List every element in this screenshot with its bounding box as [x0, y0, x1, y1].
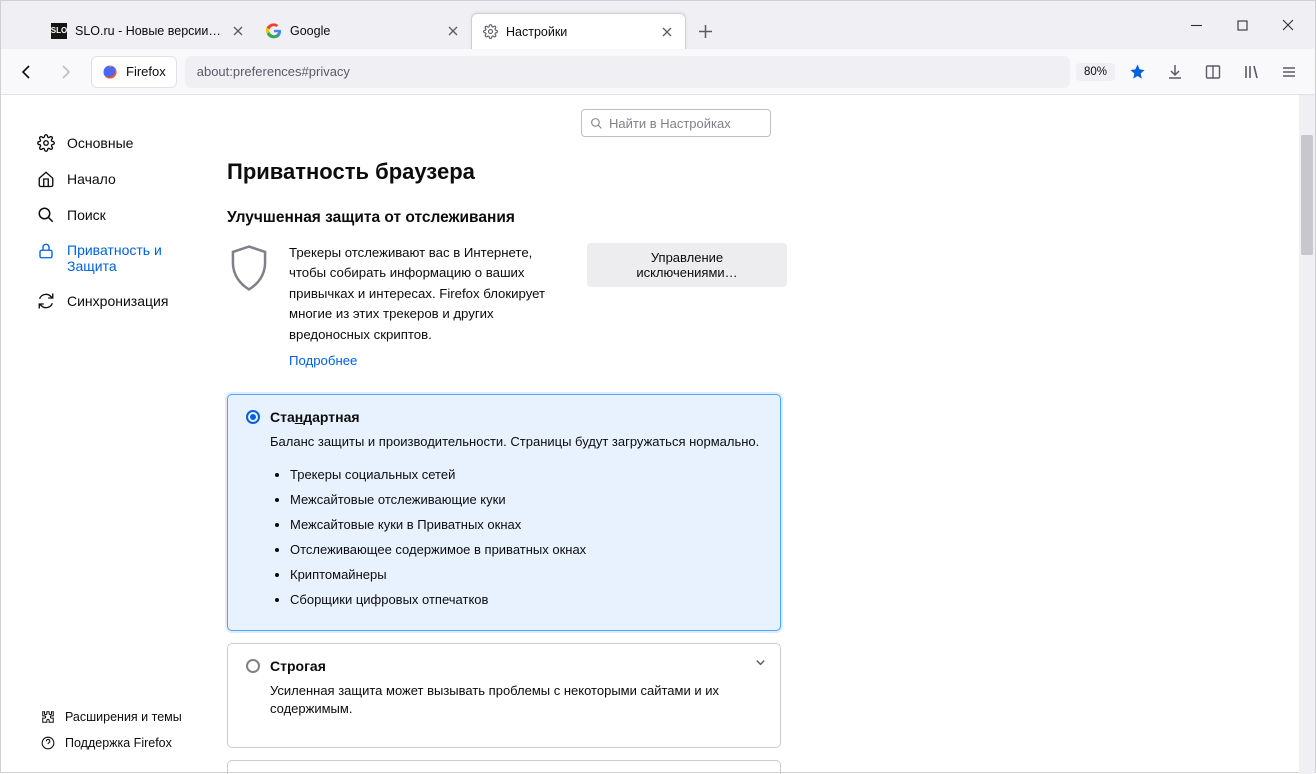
google-favicon	[266, 23, 282, 39]
chevron-down-icon[interactable]	[755, 656, 766, 671]
sidebar-item-home[interactable]: Начало	[1, 161, 197, 197]
list-item: Трекеры социальных сетей	[290, 462, 762, 487]
protection-label: Строгая	[270, 658, 326, 674]
sidebar-item-label: Синхронизация	[67, 293, 168, 309]
list-item: Межсайтовые отслеживающие куки	[290, 487, 762, 512]
settings-search-input[interactable]: Найти в Настройках	[581, 109, 771, 137]
close-window-button[interactable]	[1265, 9, 1311, 41]
url-bar[interactable]: about:preferences#privacy	[185, 56, 1070, 88]
protection-label: Стандартная	[270, 409, 360, 425]
scrollbar-thumb[interactable]	[1301, 135, 1313, 255]
search-placeholder: Найти в Настройках	[609, 116, 731, 131]
list-item: Межсайтовые куки в Приватных окнах	[290, 512, 762, 537]
sidebar-extensions[interactable]: Расширения и темы	[1, 704, 197, 730]
protection-strict[interactable]: Строгая Усиленная защита может вызывать …	[227, 643, 781, 749]
manage-exceptions-button[interactable]: Управление исключениями…	[587, 243, 787, 287]
back-button[interactable]	[11, 56, 43, 88]
tab-title: Настройки	[506, 25, 651, 39]
tab-title: SLO.ru - Новые версии популя	[75, 24, 222, 38]
protection-list: Трекеры социальных сетей Межсайтовые отс…	[290, 462, 762, 612]
sync-icon	[37, 292, 55, 310]
minimize-button[interactable]	[1173, 9, 1219, 41]
puzzle-icon	[41, 710, 55, 724]
sidebar-support[interactable]: Поддержка Firefox	[1, 730, 197, 756]
slo-favicon: SLO	[51, 23, 67, 39]
sidebar-item-label: Основные	[67, 135, 133, 151]
main-area: Основные Начало Поиск Приватность иЗащит…	[1, 95, 1315, 774]
downloads-icon[interactable]	[1159, 56, 1191, 88]
close-icon[interactable]	[445, 23, 461, 39]
sidebar-item-search[interactable]: Поиск	[1, 197, 197, 233]
sidebar-item-label: Поддержка Firefox	[65, 736, 172, 750]
scrollbar[interactable]	[1299, 95, 1315, 774]
search-icon	[590, 117, 603, 130]
etp-description: Трекеры отслеживают вас в Интернете, что…	[289, 243, 569, 372]
window-controls	[1173, 1, 1315, 49]
protection-standard[interactable]: Стандартная Баланс защиты и производител…	[227, 394, 781, 631]
close-icon[interactable]	[230, 23, 246, 39]
learn-more-link[interactable]: Подробнее	[289, 351, 357, 371]
sidebar-item-privacy[interactable]: Приватность иЗащита	[1, 233, 197, 283]
maximize-button[interactable]	[1219, 9, 1265, 41]
radio-standard[interactable]	[246, 410, 260, 424]
identity-label: Firefox	[126, 64, 166, 79]
home-icon	[37, 170, 55, 188]
list-item: Криптомайнеры	[290, 562, 762, 587]
zoom-level[interactable]: 80%	[1076, 63, 1115, 81]
close-icon[interactable]	[659, 24, 675, 40]
forward-button[interactable]	[49, 56, 81, 88]
list-item: Отслеживающее содержимое в приватных окн…	[290, 537, 762, 562]
reader-view-icon[interactable]	[1197, 56, 1229, 88]
radio-strict[interactable]	[246, 659, 260, 673]
tab-google[interactable]: Google	[256, 13, 471, 49]
lock-icon	[37, 242, 55, 260]
firefox-logo-icon	[102, 64, 118, 80]
tab-slo[interactable]: SLO SLO.ru - Новые версии популя	[41, 13, 256, 49]
tab-settings[interactable]: Настройки	[471, 13, 686, 49]
page-title: Приватность браузера	[227, 159, 1315, 185]
library-icon[interactable]	[1235, 56, 1267, 88]
sidebar-item-label: Расширения и темы	[65, 710, 182, 724]
protection-desc: Усиленная защита может вызывать проблемы…	[270, 682, 762, 720]
protection-desc: Баланс защиты и производительности. Стра…	[270, 433, 762, 452]
sidebar-item-label: Приватность иЗащита	[67, 242, 162, 274]
content: Найти в Настройках Приватность браузера …	[197, 95, 1315, 774]
sidebar: Основные Начало Поиск Приватность иЗащит…	[1, 95, 197, 774]
sidebar-item-label: Начало	[67, 171, 116, 187]
gear-icon	[37, 134, 55, 152]
sidebar-item-label: Поиск	[67, 207, 106, 223]
sidebar-item-sync[interactable]: Синхронизация	[1, 283, 197, 319]
list-item: Сборщики цифровых отпечатков	[290, 587, 762, 612]
tab-bar: SLO SLO.ru - Новые версии популя Google …	[1, 1, 1315, 49]
protection-custom[interactable]: Персональная Выберите, какие трекеры и с…	[227, 760, 781, 774]
tab-title: Google	[290, 24, 437, 38]
new-tab-button[interactable]	[690, 16, 720, 46]
section-title: Улучшенная защита от отслеживания	[227, 209, 1315, 227]
url-text: about:preferences#privacy	[197, 64, 350, 79]
search-icon	[37, 206, 55, 224]
toolbar: Firefox about:preferences#privacy 80%	[1, 49, 1315, 95]
gear-icon	[482, 24, 498, 40]
app-menu-icon[interactable]	[1273, 56, 1305, 88]
shield-icon	[227, 243, 271, 289]
sidebar-item-general[interactable]: Основные	[1, 125, 197, 161]
help-icon	[41, 736, 55, 750]
identity-box[interactable]: Firefox	[91, 56, 177, 88]
bookmark-star-icon[interactable]	[1121, 56, 1153, 88]
